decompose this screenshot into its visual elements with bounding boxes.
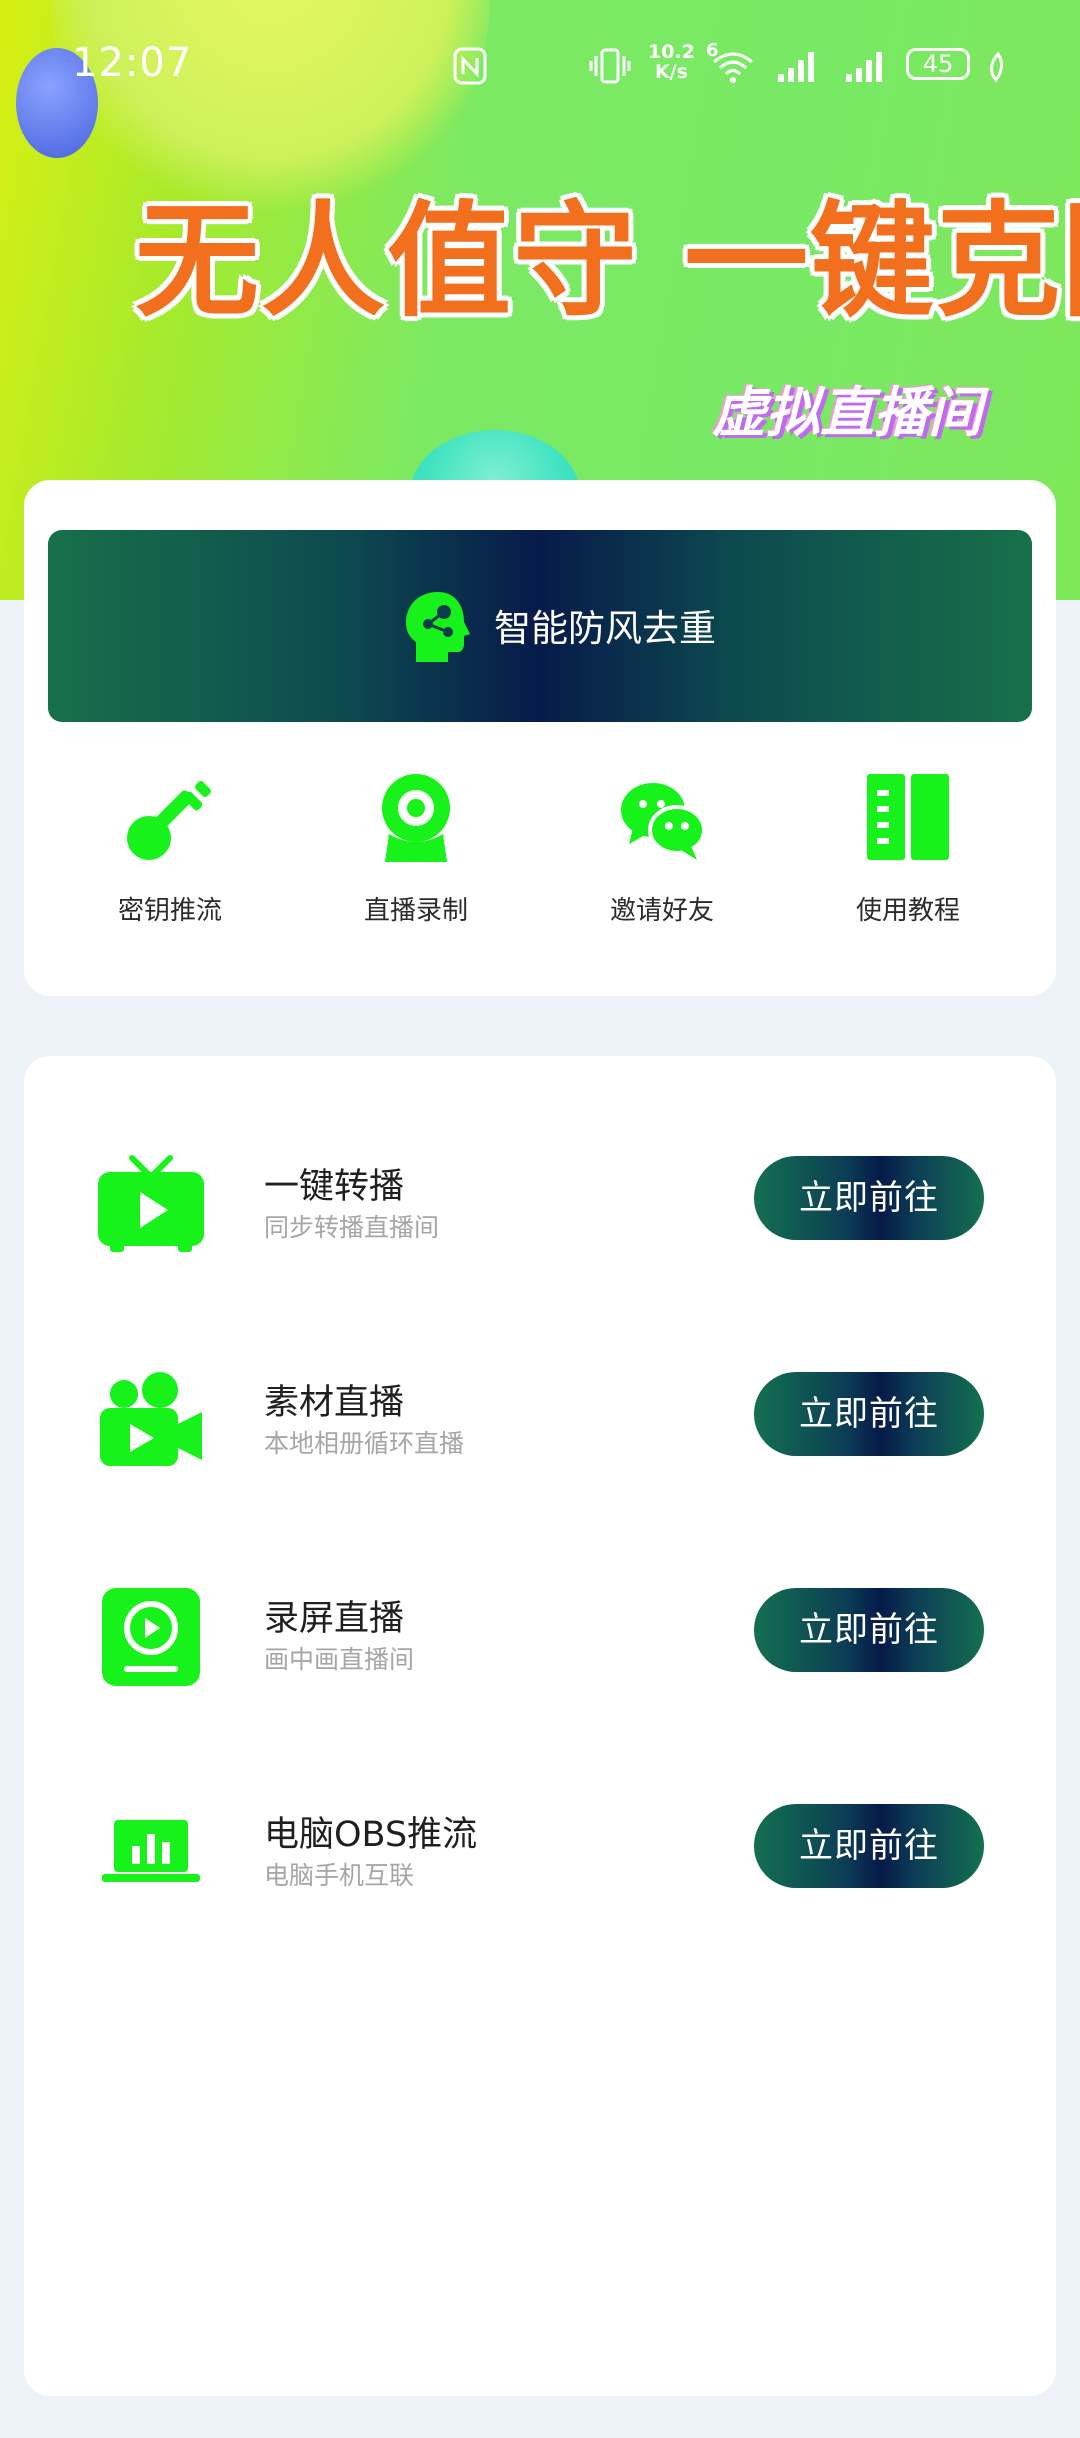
feature-subtitle: 画中画直播间 bbox=[264, 1645, 415, 1674]
banner-title: 无人值守 一键克隆 bbox=[135, 190, 1080, 334]
feature-title: 素材直播 bbox=[264, 1383, 405, 1423]
screen-record-icon bbox=[102, 1588, 200, 1686]
go-now-button[interactable]: 立即前往 bbox=[754, 1804, 984, 1888]
quick-action-label: 直播录制 bbox=[363, 896, 468, 926]
feature-subtitle: 同步转播直播间 bbox=[264, 1213, 440, 1242]
banner-subtitle: 虚拟直播间 bbox=[712, 381, 982, 444]
wifi-icon bbox=[713, 52, 753, 83]
signal-icon-2 bbox=[846, 52, 882, 82]
quick-action-invite-friends[interactable]: 邀请好友 bbox=[562, 770, 762, 950]
quick-action-key-push[interactable]: 密钥推流 bbox=[70, 770, 270, 950]
go-now-button[interactable]: 立即前往 bbox=[754, 1588, 984, 1672]
net-speed-unit: K/s bbox=[654, 61, 688, 83]
status-bar: 12:07 10.2 K/s 6 45 bbox=[0, 38, 1080, 98]
quick-action-live-record[interactable]: 直播录制 bbox=[316, 770, 516, 950]
feature-row-one-click-relay: 一键转播 同步转播直播间 立即前往 bbox=[24, 1140, 1056, 1270]
features-card: 一键转播 同步转播直播间 立即前往 素材直播 本地相册循环直播 立即前往 录屏直… bbox=[24, 1056, 1056, 2396]
quick-action-label: 密钥推流 bbox=[117, 896, 222, 926]
wechat-icon bbox=[621, 783, 706, 860]
go-now-button[interactable]: 立即前往 bbox=[754, 1372, 984, 1456]
feature-title: 电脑OBS推流 bbox=[264, 1815, 478, 1855]
vibrate-icon bbox=[589, 48, 631, 84]
feature-title: 录屏直播 bbox=[264, 1599, 405, 1639]
quick-action-label: 邀请好友 bbox=[609, 896, 714, 926]
status-time: 12:07 bbox=[72, 40, 193, 86]
book-icon bbox=[867, 774, 949, 860]
laptop-chart-icon bbox=[102, 1820, 200, 1882]
feature-row-pc-obs-push: 电脑OBS推流 电脑手机互联 立即前往 bbox=[24, 1788, 1056, 1918]
feature-subtitle: 本地相册循环直播 bbox=[264, 1429, 465, 1458]
quick-action-label: 使用教程 bbox=[855, 896, 960, 926]
video-camera-icon bbox=[100, 1372, 202, 1466]
feature-row-material-live: 素材直播 本地相册循环直播 立即前往 bbox=[24, 1356, 1056, 1486]
quick-action-tutorial[interactable]: 使用教程 bbox=[808, 770, 1008, 950]
webcam-icon bbox=[382, 774, 450, 862]
promo-banner-button[interactable]: 智能防风去重 bbox=[48, 530, 1032, 722]
net-speed-value: 10.2 bbox=[648, 41, 695, 63]
feature-subtitle: 电脑手机互联 bbox=[264, 1861, 415, 1890]
feature-title: 一键转播 bbox=[264, 1167, 405, 1207]
quick-actions-card: 智能防风去重 密钥推流 直播录制 邀请好友 使用教程 bbox=[24, 480, 1056, 996]
go-now-button[interactable]: 立即前往 bbox=[754, 1156, 984, 1240]
net-speed: 10.2 K/s bbox=[648, 42, 695, 82]
feature-row-screen-record-live: 录屏直播 画中画直播间 立即前往 bbox=[24, 1572, 1056, 1702]
tv-play-icon bbox=[98, 1155, 204, 1252]
signal-icon-1 bbox=[778, 52, 814, 82]
key-icon bbox=[127, 781, 211, 860]
battery-indicator: 45 bbox=[906, 48, 970, 80]
ai-head-icon bbox=[406, 592, 470, 662]
nfc-icon bbox=[453, 47, 487, 85]
leaf-icon bbox=[990, 51, 1003, 83]
promo-label: 智能防风去重 bbox=[494, 607, 716, 650]
